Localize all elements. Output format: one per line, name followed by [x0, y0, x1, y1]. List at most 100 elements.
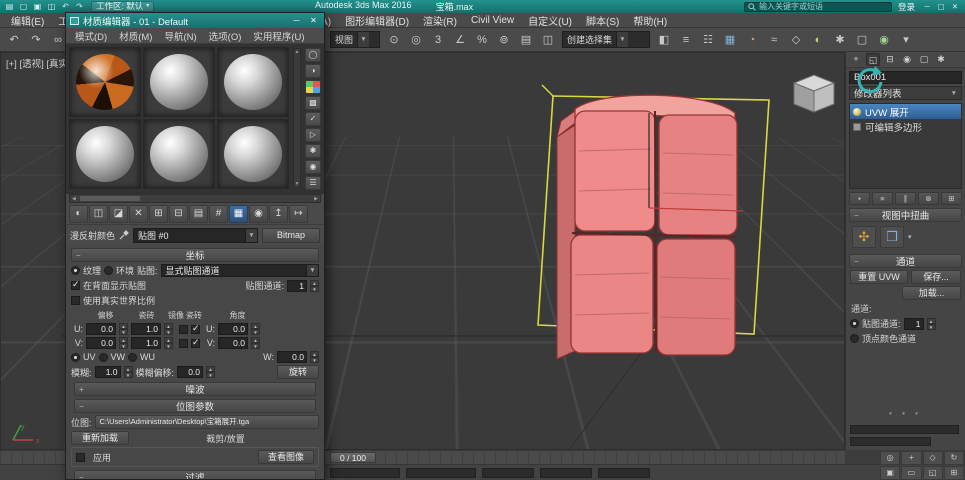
orbit-icon[interactable]: ↻	[944, 451, 964, 465]
named-selection-set-combo[interactable]: 创建选择集▼	[562, 31, 650, 48]
modifier-stack-item[interactable]: 可编辑多边形	[850, 119, 961, 134]
bitmap-params-rollout-header[interactable]: − 位图参数	[74, 399, 316, 413]
material-sample-slot[interactable]	[143, 47, 215, 117]
sample-horizontal-scrollbar[interactable]: ◀ ▶	[69, 194, 321, 203]
real-world-scale-checkbox[interactable]	[71, 296, 80, 305]
noise-rollout-header[interactable]: + 噪波	[74, 382, 316, 396]
background-icon[interactable]: ▦	[305, 80, 321, 94]
graphite-ribbon-icon[interactable]: ◔	[741, 30, 763, 50]
reset-map-icon[interactable]: ✕	[129, 205, 148, 223]
mapping-dropdown[interactable]: 显式贴图通道 ▼	[161, 264, 319, 277]
u-angle-field[interactable]: 0.0	[218, 323, 248, 335]
material-sample-slot[interactable]	[217, 47, 289, 117]
menu-item[interactable]: 脚本(S)	[579, 13, 626, 28]
go-to-sibling-icon[interactable]: ↦	[289, 205, 308, 223]
scroll-left-icon[interactable]: ◀	[72, 196, 76, 202]
u-offset-spinner[interactable]: ▲▼	[119, 323, 128, 335]
sign-in-link[interactable]: 登录	[898, 1, 915, 13]
scroll-right-icon[interactable]: ▶	[314, 196, 318, 202]
u-offset-field[interactable]: 0.0	[86, 323, 116, 335]
uv-radio[interactable]	[71, 353, 80, 362]
search-box[interactable]: 输入关键字或短语	[744, 2, 892, 12]
make-unique-icon[interactable]: ⊟	[169, 205, 188, 223]
blur-offset-spinner[interactable]: ▲▼	[206, 366, 215, 378]
material-map-navigator-icon[interactable]: ☰	[305, 176, 321, 190]
get-material-icon[interactable]: ◐	[69, 205, 88, 223]
render-production-icon[interactable]: ◉	[873, 30, 895, 50]
status-field[interactable]	[406, 468, 476, 478]
show-map-on-back-checkbox[interactable]	[71, 281, 80, 290]
snap-3d-icon[interactable]: 3	[427, 30, 449, 50]
menu-item[interactable]: 选项(O)	[204, 29, 247, 43]
status-field[interactable]	[330, 468, 400, 478]
modifier-enable-icon[interactable]	[853, 108, 861, 116]
u-angle-spinner[interactable]: ▲▼	[251, 323, 260, 335]
assign-material-to-selection-icon[interactable]: ◪	[109, 205, 128, 223]
app-menu-icon[interactable]: ▤	[4, 2, 15, 12]
workspace-selector[interactable]: 工作区: 默认 ▾	[91, 1, 154, 12]
map-channel-spinner[interactable]: ▲▼	[927, 318, 936, 330]
reload-button[interactable]: 重新加载	[71, 431, 129, 445]
sample-vertical-scrollbar[interactable]: ▲▼	[293, 48, 301, 188]
rendered-frame-icon[interactable]: ▢	[851, 30, 873, 50]
menu-item[interactable]: 编辑(E)	[4, 13, 51, 28]
menu-item[interactable]: 导航(N)	[159, 29, 201, 43]
coordinate-z-field[interactable]	[598, 468, 650, 478]
apply-checkbox[interactable]	[76, 453, 85, 462]
map-channel-field[interactable]: 1	[287, 280, 307, 292]
u-tile-checkbox[interactable]	[191, 325, 200, 334]
edit-named-sets-icon[interactable]: ▤	[515, 30, 537, 50]
v-angle-spinner[interactable]: ▲▼	[251, 337, 260, 349]
display-tab-icon[interactable]: ▢	[917, 53, 931, 66]
make-material-copy-icon[interactable]: ⊞	[149, 205, 168, 223]
material-sample-slot[interactable]	[69, 47, 141, 117]
pin-stack-icon[interactable]: ▪	[849, 192, 870, 205]
make-unique-icon[interactable]: ∥	[895, 192, 916, 205]
maximize-button[interactable]: ▢	[935, 2, 947, 11]
material-id-channel-icon[interactable]: #	[209, 205, 228, 223]
hierarchy-tab-icon[interactable]: ⊟	[883, 53, 897, 66]
put-to-library-icon[interactable]: ▤	[189, 205, 208, 223]
material-editor-icon[interactable]: ◐	[807, 30, 829, 50]
u-mirror-checkbox[interactable]	[179, 325, 188, 334]
material-sample-slot[interactable]	[217, 119, 289, 189]
zoom-all-icon[interactable]: +	[901, 451, 921, 465]
new-scene-icon[interactable]: ▢	[18, 2, 29, 12]
coordinate-x-field[interactable]	[482, 468, 534, 478]
maximize-viewport-icon[interactable]: ⊞	[944, 466, 964, 480]
layer-manager-icon[interactable]: ☷	[697, 30, 719, 50]
material-sample-slot[interactable]	[143, 119, 215, 189]
menu-item[interactable]: Civil View	[464, 15, 521, 26]
backlight-icon[interactable]: ◑	[305, 64, 321, 78]
material-type-button[interactable]: Bitmap	[262, 228, 320, 243]
utilities-tab-icon[interactable]: ✱	[934, 53, 948, 66]
uv-mode-icon[interactable]: ❒	[880, 226, 904, 248]
angle-snap-icon[interactable]: ∠	[449, 30, 471, 50]
filter-rollout-header[interactable]: − 过滤	[74, 470, 316, 479]
pan-icon[interactable]: ▣	[880, 466, 900, 480]
coordinates-rollout-header[interactable]: − 坐标	[71, 248, 319, 262]
blur-spinner[interactable]: ▲▼	[124, 366, 133, 378]
pick-material-eyedropper-icon[interactable]	[119, 230, 129, 240]
blur-field[interactable]: 1.0	[95, 366, 121, 378]
put-material-to-scene-icon[interactable]: ◫	[89, 205, 108, 223]
menu-item[interactable]: 图形编辑器(D)	[338, 13, 416, 28]
load-uvw-button[interactable]: 加载...	[902, 286, 961, 300]
material-editor-title-bar[interactable]: 材质编辑器 - 01 - Default ─ ✕	[66, 13, 324, 28]
minimize-button[interactable]: ─	[290, 16, 303, 25]
render-setup-icon[interactable]: ✱	[829, 30, 851, 50]
vertex-color-radio[interactable]	[850, 334, 859, 343]
scene-explorer-icon[interactable]: ▦	[719, 30, 741, 50]
environment-radio[interactable]	[104, 266, 113, 275]
sample-type-icon[interactable]: ◯	[305, 48, 321, 62]
curve-editor-icon[interactable]: ≈	[763, 30, 785, 50]
field-of-view-icon[interactable]: ▭	[901, 466, 921, 480]
mirror-icon[interactable]: ◧	[653, 30, 675, 50]
open-uv-editor-icon[interactable]: ✣	[852, 226, 876, 248]
menu-item[interactable]: 模式(D)	[70, 29, 112, 43]
menu-item[interactable]: 帮助(H)	[626, 13, 674, 28]
save-file-icon[interactable]: ◫	[46, 2, 57, 12]
v-offset-field[interactable]: 0.0	[86, 337, 116, 349]
remove-modifier-icon[interactable]: ⊗	[918, 192, 939, 205]
modifier-enable-icon[interactable]	[853, 123, 861, 131]
